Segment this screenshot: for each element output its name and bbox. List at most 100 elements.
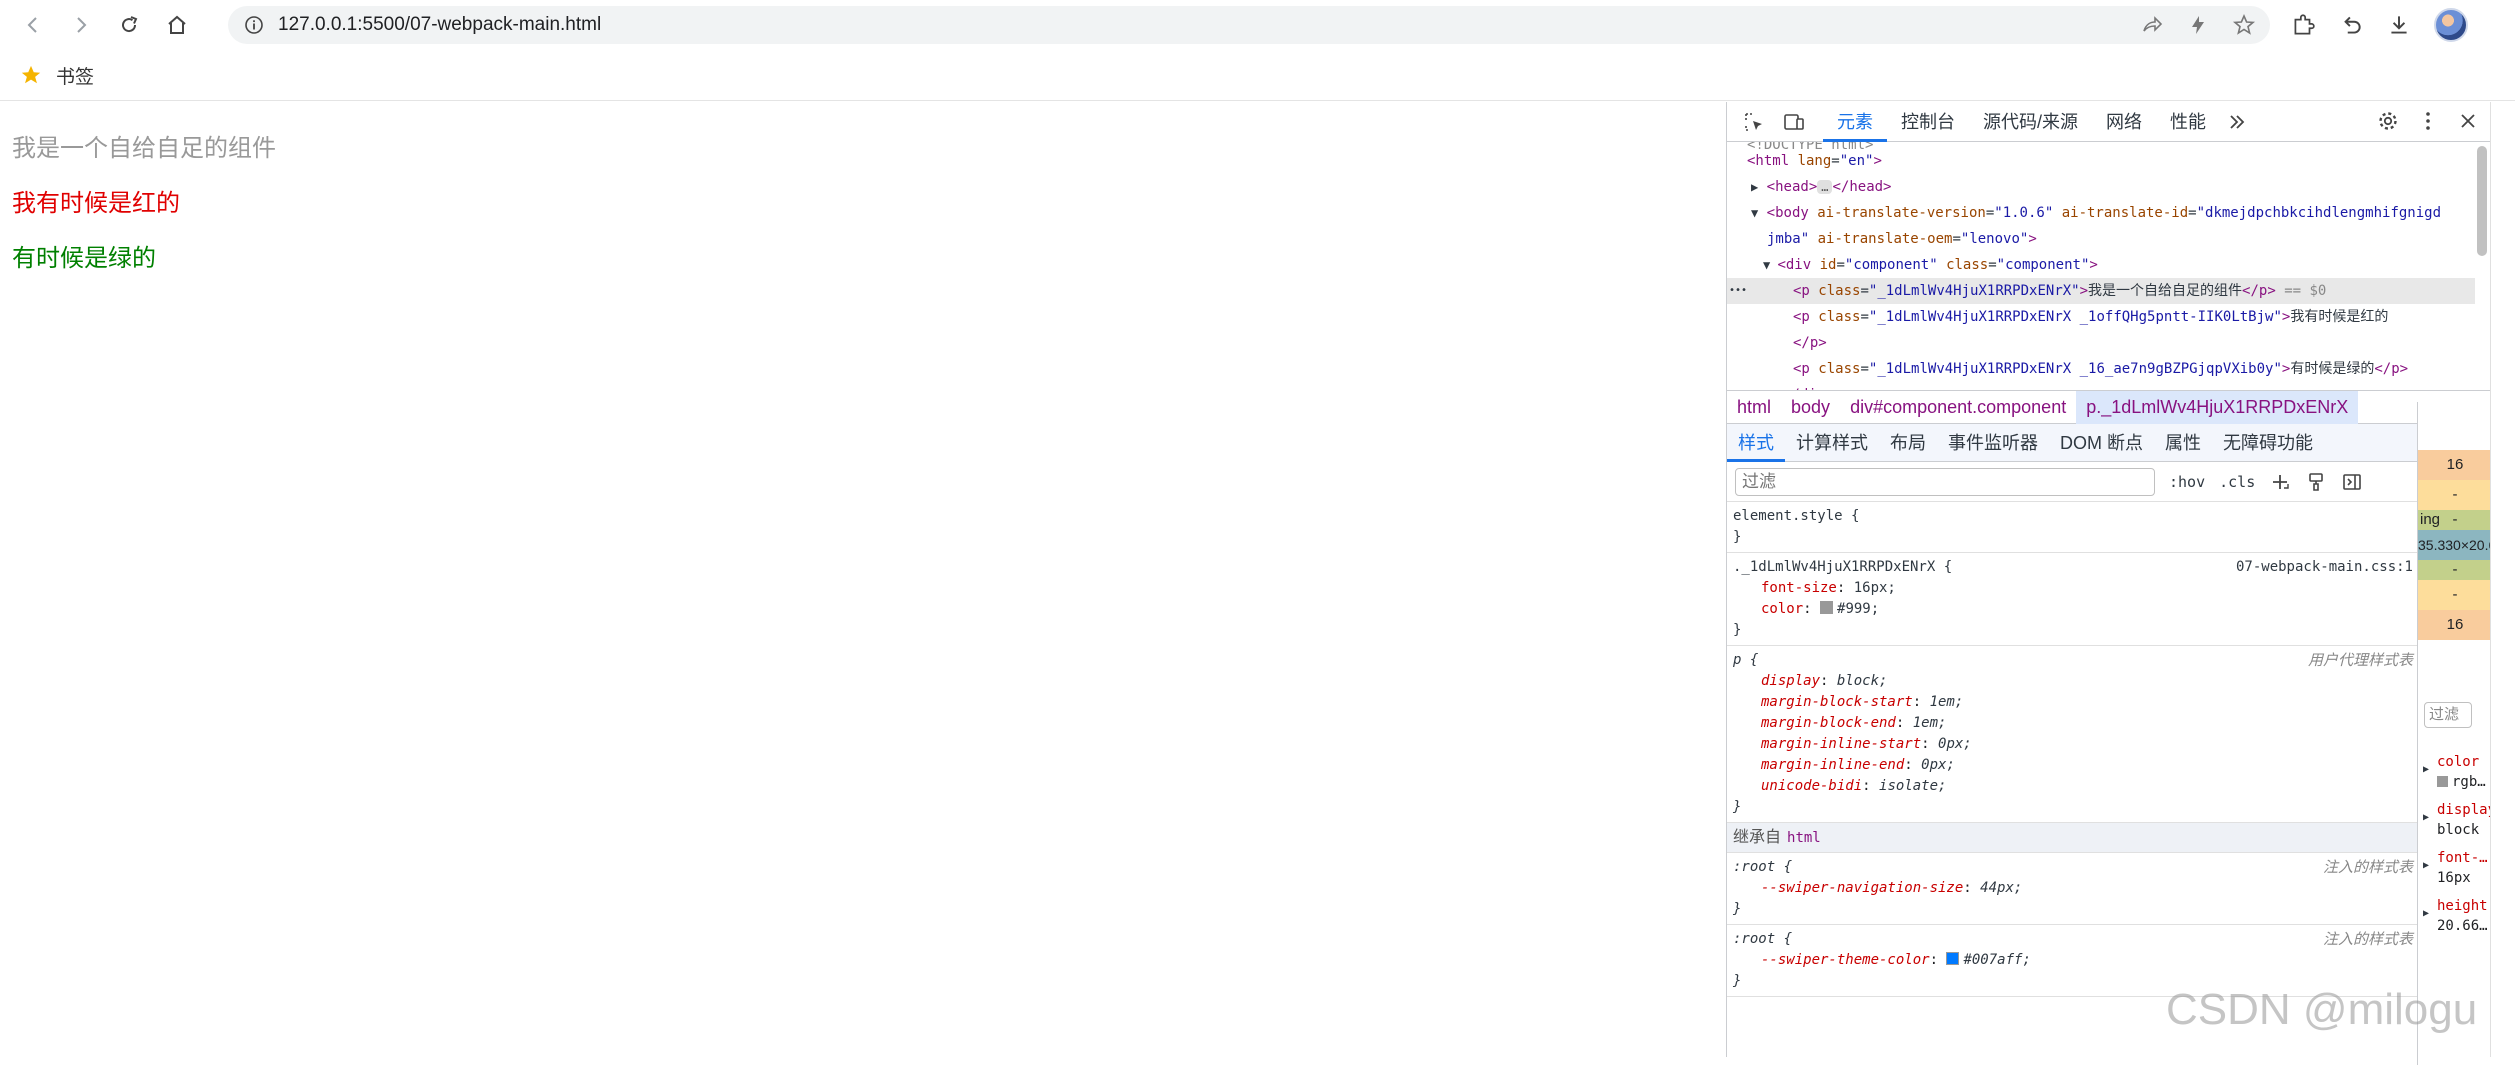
reload-icon	[122, 16, 138, 33]
double-chevron-icon	[2230, 114, 2245, 129]
dom-line-p1[interactable]: <p class="_1dLmlWv4HjuX1RRPDxENrX">我是一个自…	[1793, 278, 2326, 304]
computed-item[interactable]: ▶ color rgb…	[2417, 752, 2491, 792]
dom-line-p2[interactable]: <p class="_1dLmlWv4HjuX1RRPDxENrX _1offQ…	[1793, 304, 2388, 330]
padding-bottom-value[interactable]: -	[2418, 560, 2491, 580]
inherited-label: 继承自	[1733, 829, 1782, 846]
node-actions-ellipsis-icon[interactable]: •••	[1729, 278, 1747, 304]
content-size-value[interactable]: 35.330×20.6	[2418, 530, 2491, 560]
tab-performance[interactable]: 性能	[2156, 102, 2220, 142]
expand-arrow-icon[interactable]: ▶	[2423, 856, 2429, 876]
hov-toggle[interactable]: :hov	[2169, 473, 2205, 491]
computed-filter-input[interactable]: 过滤	[2424, 702, 2472, 728]
border-bottom-value[interactable]: -	[2418, 580, 2491, 610]
tab-sources[interactable]: 源代码/来源	[1969, 102, 2092, 142]
property-value[interactable]: 16px;	[1854, 580, 1896, 596]
div-open-tag: <div	[1777, 257, 1820, 273]
css-property[interactable]: color: #999;	[1733, 599, 2411, 620]
toggle-sidebar-icon[interactable]	[2341, 471, 2363, 493]
html-attr-value: "en"	[1839, 153, 1874, 169]
breadcrumb-p[interactable]: p._1dLmlWv4HjuX1RRPDxENrX	[2076, 390, 2359, 424]
border-top-value[interactable]: -	[2418, 480, 2491, 510]
dom-line-p3[interactable]: <p class="_1dLmlWv4HjuX1RRPDxENrX _16_ae…	[1793, 356, 2408, 382]
inherited-from-link[interactable]: html	[1787, 830, 1821, 846]
dom-line-body-cont[interactable]: jmba" ai-translate-oem="lenovo">	[1767, 226, 2037, 252]
bookmark-star-icon[interactable]	[2232, 13, 2256, 37]
settings-gear-icon[interactable]	[2376, 109, 2400, 133]
subtab-accessibility[interactable]: 无障碍功能	[2212, 424, 2324, 462]
breadcrumb-body[interactable]: body	[1781, 391, 1840, 424]
cls-toggle[interactable]: .cls	[2219, 473, 2255, 491]
reload-button[interactable]	[110, 6, 148, 44]
kebab-menu-icon[interactable]	[2416, 109, 2440, 133]
expand-arrow-icon[interactable]: ▶	[2423, 760, 2429, 780]
bookmark-folder-star-icon	[21, 65, 41, 84]
rule-class-style[interactable]: ._1dLmlWv4HjuX1RRPDxENrX { 07-webpack-ma…	[1727, 553, 2417, 646]
dom-line-div[interactable]: ▼ <div id="component" class="component">	[1763, 252, 2098, 278]
subtab-styles[interactable]: 样式	[1727, 424, 1785, 462]
dom-line-body[interactable]: ▼ <body ai-translate-version="1.0.6" ai-…	[1751, 200, 2441, 226]
margin-bottom-value[interactable]: 16	[2418, 610, 2491, 640]
bookmarks-label[interactable]: 书签	[56, 62, 94, 89]
padding-top-value[interactable]: -	[2418, 510, 2491, 530]
subtab-dom-breakpoints[interactable]: DOM 断点	[2049, 424, 2154, 462]
collapsed-ellipsis[interactable]: …	[1817, 180, 1833, 194]
inspect-element-button[interactable]	[1741, 109, 1767, 135]
tab-network[interactable]: 网络	[2092, 102, 2156, 142]
css-property[interactable]: font-size: 16px;	[1733, 578, 2411, 599]
collapse-triangle-icon[interactable]: ▼	[1751, 206, 1758, 220]
computed-value: 20.66…	[2437, 918, 2488, 934]
expand-arrow-icon[interactable]: ▶	[2423, 904, 2429, 924]
breadcrumb-html[interactable]: html	[1727, 391, 1781, 424]
subtab-computed[interactable]: 计算样式	[1785, 424, 1879, 462]
download-icon[interactable]	[2386, 12, 2412, 38]
color-swatch[interactable]	[1820, 601, 1834, 614]
back-button[interactable]	[14, 6, 52, 44]
paint-brush-icon[interactable]	[2305, 471, 2327, 493]
dom-line-div-close[interactable]: </div>	[1783, 382, 1834, 390]
inherited-from-header: 继承自 html	[1727, 823, 2417, 853]
extensions-icon[interactable]	[2290, 12, 2316, 38]
expand-triangle-icon[interactable]: ▶	[1751, 180, 1758, 194]
dom-tree[interactable]: <!DOCTYPE html> <html lang="en"> ▶ <head…	[1727, 142, 2490, 390]
profile-avatar[interactable]	[2434, 8, 2468, 42]
close-devtools-icon[interactable]	[2456, 109, 2480, 133]
dom-tree-scrollbar[interactable]	[2477, 146, 2487, 256]
p-text-node: 我是一个自给自足的组件	[2088, 283, 2243, 299]
property-name[interactable]: color	[1761, 601, 1803, 617]
expand-arrow-icon[interactable]: ▶	[2423, 808, 2429, 828]
address-bar[interactable]: 127.0.0.1:5500/07-webpack-main.html	[228, 6, 2270, 44]
new-rule-icon[interactable]	[2269, 471, 2291, 493]
computed-item[interactable]: ▶ display block	[2417, 800, 2496, 840]
lightning-icon[interactable]	[2186, 13, 2210, 37]
computed-item[interactable]: ▶ height 20.66…	[2417, 896, 2491, 936]
forward-button[interactable]	[62, 6, 100, 44]
computed-value: 16px	[2437, 870, 2471, 886]
share-icon[interactable]	[2140, 13, 2164, 37]
subtab-properties[interactable]: 属性	[2154, 424, 2212, 462]
site-info-icon[interactable]	[244, 15, 264, 35]
computed-item[interactable]: ▶ font-… 16px	[2417, 848, 2491, 888]
property-name[interactable]: font-size	[1761, 580, 1837, 596]
home-button[interactable]	[158, 6, 196, 44]
dom-line-head[interactable]: ▶ <head>… </head>	[1751, 174, 1892, 200]
rule-root-1[interactable]: :root { 注入的样式表 --swiper-navigation-size:…	[1727, 853, 2417, 925]
tab-elements[interactable]: 元素	[1823, 102, 1887, 142]
dom-line-html[interactable]: <html lang="en">	[1747, 148, 1882, 174]
property-value[interactable]: #999;	[1837, 601, 1879, 617]
subtab-event-listeners[interactable]: 事件监听器	[1937, 424, 2049, 462]
tab-console[interactable]: 控制台	[1887, 102, 1969, 142]
more-tabs-button[interactable]	[2224, 109, 2250, 135]
undo-icon[interactable]	[2338, 12, 2364, 38]
subtab-layout[interactable]: 布局	[1879, 424, 1937, 462]
margin-top-value[interactable]: 16	[2418, 450, 2491, 480]
dom-token	[1938, 257, 1946, 273]
url-text[interactable]: 127.0.0.1:5500/07-webpack-main.html	[278, 14, 601, 36]
styles-filter-input[interactable]	[1735, 467, 2155, 496]
rule-user-agent[interactable]: p { 用户代理样式表 display: block; margin-block…	[1727, 646, 2417, 823]
color-swatch[interactable]	[1946, 952, 1960, 965]
device-toolbar-button[interactable]	[1781, 109, 1807, 135]
breadcrumb-div[interactable]: div#component.component	[1840, 391, 2076, 424]
rule1-source-link[interactable]: 07-webpack-main.css:1	[2236, 557, 2413, 578]
rule-element-style[interactable]: element.style { }	[1727, 502, 2417, 553]
dom-line-p2-close[interactable]: </p>	[1793, 330, 1827, 356]
